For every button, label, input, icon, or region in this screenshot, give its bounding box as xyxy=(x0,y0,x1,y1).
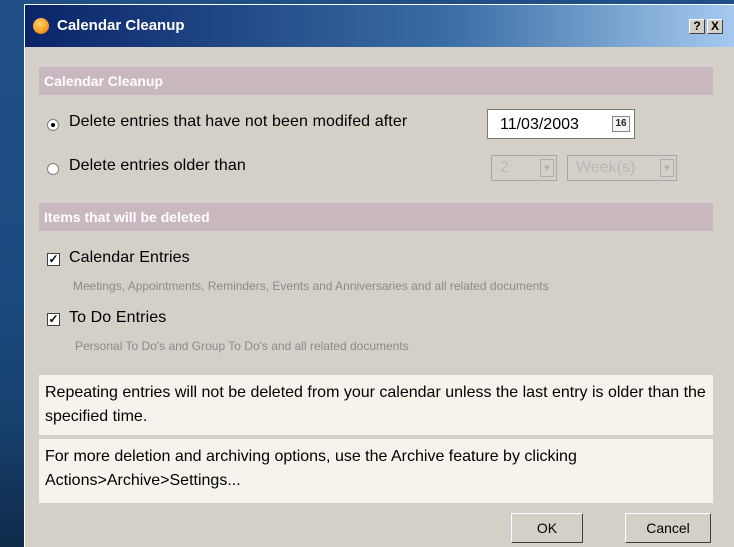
title-bar[interactable]: Calendar Cleanup ? X xyxy=(25,5,734,47)
count-value: 2 xyxy=(500,159,509,176)
app-icon xyxy=(33,18,49,34)
repeating-entries-note: Repeating entries will not be deleted fr… xyxy=(39,375,713,435)
delete-older-than-label[interactable]: Delete entries older than xyxy=(69,157,246,175)
delete-older-than-radio[interactable] xyxy=(47,163,59,175)
section-header-items-deleted: Items that will be deleted xyxy=(39,203,713,231)
calendar-entries-description: Meetings, Appointments, Reminders, Event… xyxy=(73,279,549,293)
unit-value: Week(s) xyxy=(576,159,636,176)
date-value: 11/03/2003 xyxy=(500,116,579,133)
close-button[interactable]: X xyxy=(707,19,723,34)
calendar-entries-label[interactable]: Calendar Entries xyxy=(69,249,190,267)
todo-entries-description: Personal To Do's and Group To Do's and a… xyxy=(75,339,409,353)
date-field[interactable]: 11/03/2003 16 xyxy=(487,109,635,139)
delete-not-modified-radio[interactable] xyxy=(47,119,59,131)
calendar-entries-checkbox[interactable]: ✓ xyxy=(47,253,60,266)
chevron-down-icon: ▼ xyxy=(540,159,554,177)
todo-entries-label[interactable]: To Do Entries xyxy=(69,309,166,327)
archive-note: For more deletion and archiving options,… xyxy=(39,439,713,503)
window-title: Calendar Cleanup xyxy=(57,17,185,34)
help-button[interactable]: ? xyxy=(689,19,705,34)
todo-entries-checkbox[interactable]: ✓ xyxy=(47,313,60,326)
cancel-button[interactable]: Cancel xyxy=(625,513,711,543)
chevron-down-icon: ▼ xyxy=(660,159,674,177)
section-header-calendar-cleanup: Calendar Cleanup xyxy=(39,67,713,95)
calendar-cleanup-dialog: Calendar Cleanup ? X Calendar Cleanup De… xyxy=(24,4,734,547)
unit-dropdown[interactable]: Week(s) ▼ xyxy=(567,155,677,181)
ok-button[interactable]: OK xyxy=(511,513,583,543)
delete-not-modified-label[interactable]: Delete entries that have not been modife… xyxy=(69,113,407,131)
calendar-picker-icon[interactable]: 16 xyxy=(612,116,630,132)
count-dropdown[interactable]: 2 ▼ xyxy=(491,155,557,181)
